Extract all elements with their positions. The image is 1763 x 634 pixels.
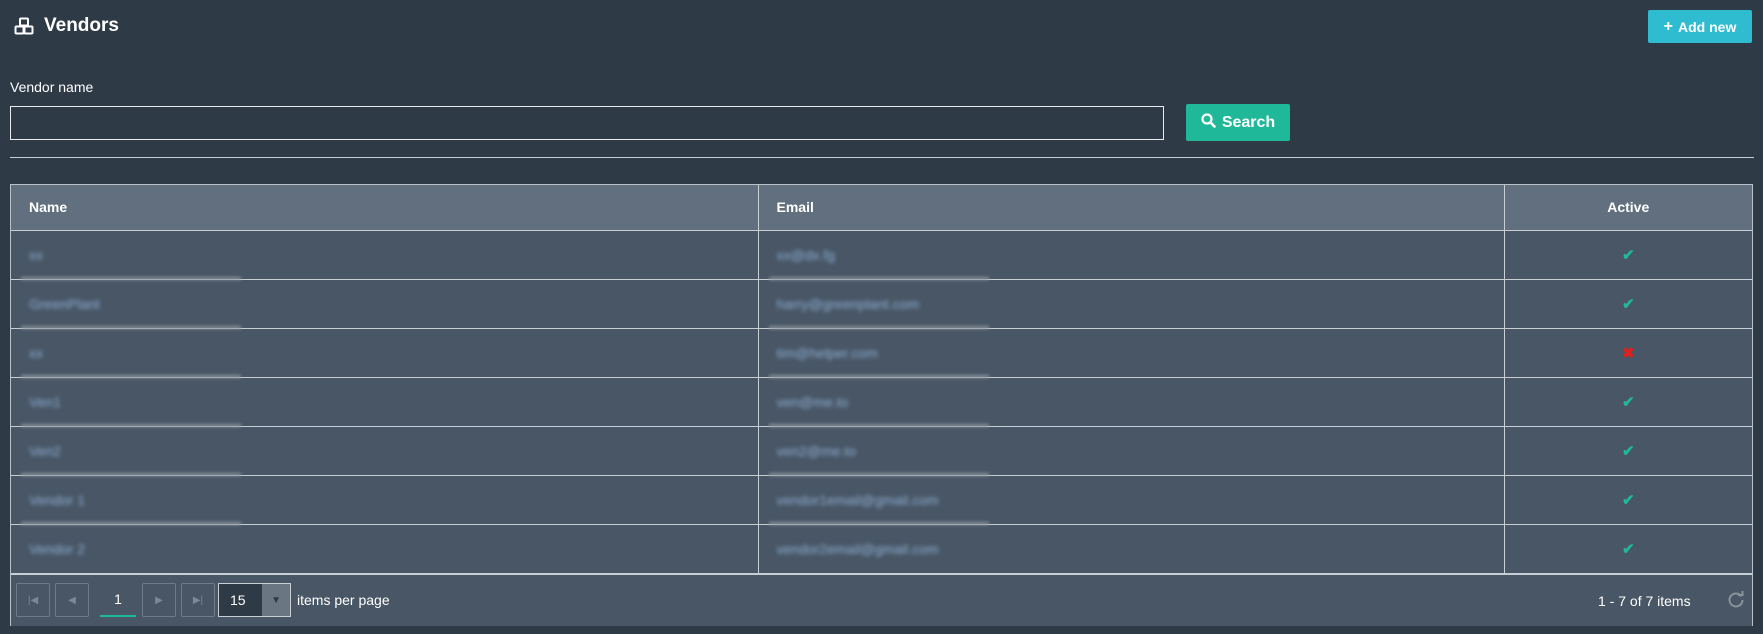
first-page-button[interactable]: |◀: [16, 583, 50, 617]
vendor-name: Ven2: [29, 442, 61, 459]
title-group: Vendors: [14, 15, 119, 37]
active-cell: ✔: [1504, 377, 1752, 427]
check-icon: ✔: [1621, 246, 1635, 264]
active-cell: ✖: [1504, 328, 1752, 378]
active-cell: ✔: [1504, 426, 1752, 476]
search-button[interactable]: Search: [1186, 104, 1290, 141]
email-cell: harry@greenplant.com: [758, 279, 1505, 329]
active-cell: ✔: [1504, 524, 1752, 574]
page-size-value: 15: [230, 592, 246, 608]
table-row[interactable]: xx xx@dx.fg ✔: [11, 230, 1752, 280]
vendor-email: ven@me.to: [776, 393, 849, 410]
email-cell: xx@dx.fg: [758, 230, 1505, 280]
name-cell: Vendor 2: [11, 524, 759, 574]
vendor-email: harry@greenplant.com: [776, 295, 920, 312]
check-icon: ✔: [1621, 393, 1635, 411]
add-new-label: Add new: [1678, 18, 1737, 35]
active-cell: ✔: [1504, 230, 1752, 280]
last-page-icon: ▶|: [192, 594, 204, 606]
first-page-icon: |◀: [27, 594, 39, 606]
last-page-button[interactable]: ▶|: [181, 583, 215, 617]
table-row[interactable]: Ven1 ven@me.to ✔: [11, 377, 1752, 427]
next-page-button[interactable]: ▶: [142, 583, 176, 617]
next-page-icon: ▶: [155, 594, 163, 606]
header-row: Name Email Active: [11, 185, 1752, 231]
vendor-email: ven2@me.to: [776, 442, 857, 459]
prev-page-button[interactable]: ◀: [55, 583, 89, 617]
vendor-name: xx: [29, 246, 43, 263]
search-icon: [1201, 112, 1222, 133]
chevron-down-icon[interactable]: ▼: [262, 584, 290, 616]
add-new-button[interactable]: + Add new: [1648, 10, 1752, 43]
email-cell: vendor2email@gmail.com: [758, 524, 1505, 574]
vendor-name-input[interactable]: [10, 106, 1164, 140]
name-cell: xx: [11, 328, 759, 378]
prev-page-icon: ◀: [68, 594, 76, 606]
vendor-name: Vendor 1: [29, 491, 86, 508]
table-row[interactable]: Vendor 1 vendor1email@gmail.com ✔: [11, 475, 1752, 525]
vendor-name: Ven1: [29, 393, 61, 410]
name-cell: Ven2: [11, 426, 759, 476]
page-title: Vendors: [44, 15, 119, 36]
name-cell: xx: [11, 230, 759, 280]
cross-icon: ✖: [1621, 344, 1635, 362]
cubes-icon: [14, 17, 34, 35]
email-cell: vendor1email@gmail.com: [758, 475, 1505, 525]
active-cell: ✔: [1504, 279, 1752, 329]
refresh-icon[interactable]: [1726, 590, 1746, 610]
column-header-name[interactable]: Name: [11, 185, 759, 231]
name-cell: Ven1: [11, 377, 759, 427]
search-button-label: Search: [1221, 113, 1276, 131]
page-number-current[interactable]: 1: [100, 583, 136, 617]
check-icon: ✔: [1621, 540, 1635, 558]
check-icon: ✔: [1621, 491, 1635, 509]
column-header-email[interactable]: Email: [758, 185, 1505, 231]
table-row[interactable]: xx tim@helper.com ✖: [11, 328, 1752, 378]
vendor-email: xx@dx.fg: [776, 246, 836, 263]
email-cell: tim@helper.com: [758, 328, 1505, 378]
divider: [10, 157, 1754, 158]
vendor-name: Vendor 2: [29, 540, 86, 557]
table-row[interactable]: Vendor 2 vendor2email@gmail.com ✔: [11, 524, 1752, 574]
pager: |◀ ◀ 1 ▶ ▶| 15 ▼ items per page 1 - 7 of…: [11, 574, 1752, 626]
vendor-name: GreenPlant: [29, 295, 100, 312]
email-cell: ven@me.to: [758, 377, 1505, 427]
items-per-page-label: items per page: [297, 592, 390, 608]
vendor-email: tim@helper.com: [776, 344, 878, 361]
page-size-select[interactable]: 15 ▼: [218, 583, 291, 617]
email-cell: ven2@me.to: [758, 426, 1505, 476]
table-row[interactable]: GreenPlant harry@greenplant.com ✔: [11, 279, 1752, 329]
vendor-name: xx: [29, 344, 43, 361]
pager-info: 1 - 7 of 7 items: [1598, 593, 1691, 609]
page-header: Vendors + Add new: [0, 0, 1763, 56]
vendor-name-label: Vendor name: [10, 79, 94, 95]
table-row[interactable]: Ven2 ven2@me.to ✔: [11, 426, 1752, 476]
active-cell: ✔: [1504, 475, 1752, 525]
check-icon: ✔: [1621, 295, 1635, 313]
vendors-table: Name Email Active xx xx@dx.fg ✔ GreenPla…: [11, 185, 1752, 574]
plus-icon: +: [1663, 17, 1673, 35]
vendor-email: vendor1email@gmail.com: [776, 491, 939, 508]
vendors-grid: Name Email Active xx xx@dx.fg ✔ GreenPla…: [10, 184, 1753, 626]
name-cell: Vendor 1: [11, 475, 759, 525]
name-cell: GreenPlant: [11, 279, 759, 329]
check-icon: ✔: [1621, 442, 1635, 460]
column-header-active[interactable]: Active: [1504, 185, 1752, 231]
vendor-email: vendor2email@gmail.com: [776, 540, 939, 557]
